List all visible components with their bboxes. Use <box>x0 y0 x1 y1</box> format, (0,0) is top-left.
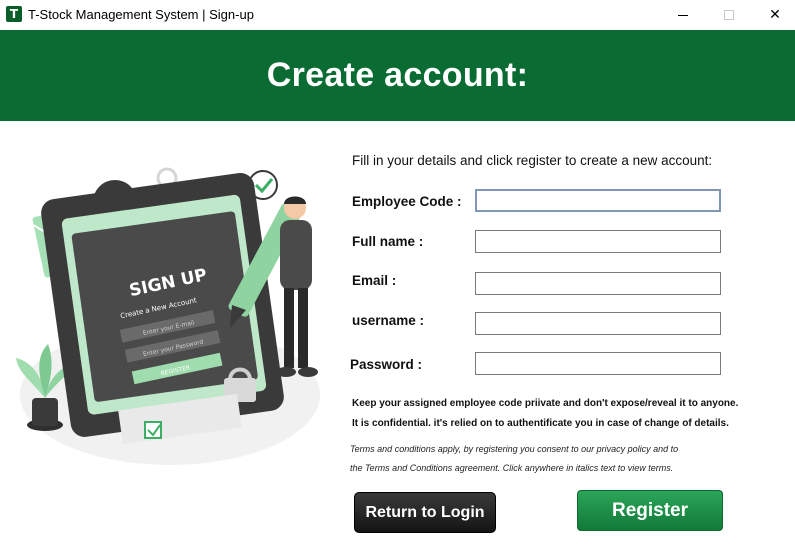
username-input[interactable] <box>475 312 721 335</box>
confidentiality-note-line-2: It is confidential. it's relied on to au… <box>352 418 729 429</box>
username-label: username : <box>352 313 425 328</box>
maximize-icon <box>724 10 734 20</box>
full-name-label: Full name : <box>352 234 424 249</box>
register-button[interactable]: Register <box>577 490 723 531</box>
signup-illustration: SIGN UP Create a New Account Enter your … <box>16 167 320 465</box>
close-icon: ✕ <box>769 7 781 23</box>
terms-link-line-1[interactable]: Terms and conditions apply, by registeri… <box>350 444 678 454</box>
password-label: Password : <box>350 357 423 372</box>
header-banner: Create account: <box>0 30 795 121</box>
employee-code-label: Employee Code : <box>352 194 462 209</box>
page-title: Create account: <box>266 56 529 94</box>
terms-link-line-2[interactable]: the Terms and Conditions agreement. Clic… <box>350 463 673 473</box>
employee-code-input[interactable] <box>475 189 721 212</box>
email-input[interactable] <box>475 272 721 295</box>
app-icon: T <box>6 6 22 22</box>
window-titlebar: T T-Stock Management System | Sign-up ✕ <box>0 0 795 30</box>
close-button[interactable]: ✕ <box>752 0 795 30</box>
minimize-button[interactable] <box>660 0 706 30</box>
maximize-button[interactable] <box>706 0 752 30</box>
confidentiality-note-line-1: Keep your assigned employee code priivat… <box>352 398 739 409</box>
form-intro: Fill in your details and click register … <box>352 153 713 168</box>
window-title: T-Stock Management System | Sign-up <box>28 7 254 22</box>
email-label: Email : <box>352 273 397 288</box>
minimize-icon <box>678 14 688 16</box>
full-name-input[interactable] <box>475 230 721 253</box>
return-to-login-button[interactable]: Return to Login <box>354 492 496 533</box>
password-input[interactable] <box>475 352 721 375</box>
